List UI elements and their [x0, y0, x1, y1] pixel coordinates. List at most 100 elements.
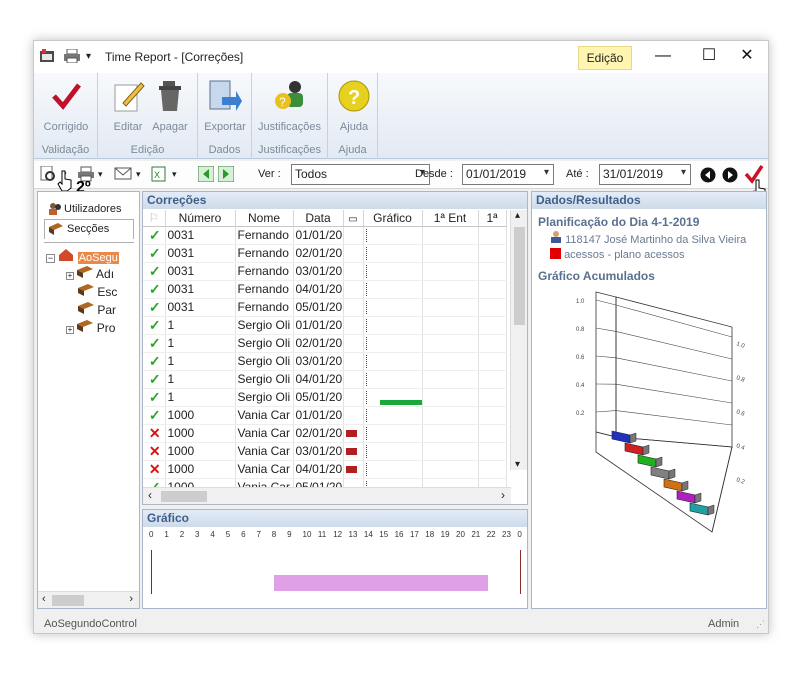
table-row[interactable]: ✓ 1000 Vania Car 01/01/20: [143, 406, 507, 425]
ribbon: Corrigido Validação Editar Apagar Edição: [34, 73, 768, 159]
cell-1: [478, 262, 507, 281]
cell-nome: Vania Car: [235, 424, 294, 443]
table-row[interactable]: ✓ 1 Sergio Oli 01/01/20: [143, 316, 507, 335]
cell-data: 02/01/20: [293, 334, 344, 353]
next-period-icon[interactable]: [722, 167, 738, 185]
folder-arrow-icon: [49, 223, 63, 238]
hour-tick-label: 8: [271, 530, 277, 539]
quick-access-dropdown-icon[interactable]: ▾: [86, 51, 91, 62]
desde-date-field[interactable]: 01/01/2019 ▾: [462, 164, 554, 185]
table-row[interactable]: ✓ 0031 Fernando 01/01/20: [143, 226, 507, 245]
status-bar: AoSegundoControl Admin ⋰: [34, 613, 768, 633]
scroll-up-icon[interactable]: ▴: [515, 210, 520, 221]
y-tick-label-right: 1.0: [735, 341, 746, 350]
mail-dropdown-icon[interactable]: ▾: [136, 169, 141, 187]
table-row[interactable]: ✕ 1000 Vania Car 03/01/20: [143, 442, 507, 461]
checkmark-icon: [49, 79, 83, 113]
table-row[interactable]: ✓ 0031 Fernando 02/01/20: [143, 244, 507, 263]
justificacoes-button[interactable]: ? Justificações: [258, 77, 321, 137]
exportar-button[interactable]: Exportar: [199, 77, 251, 137]
hour-tick-label: 1: [164, 530, 169, 539]
table-row[interactable]: ✓ 1 Sergio Oli 02/01/20: [143, 334, 507, 353]
table-row[interactable]: ✓ 0031 Fernando 04/01/20: [143, 280, 507, 299]
print-icon[interactable]: [64, 48, 80, 66]
tree-node[interactable]: + Adı: [66, 266, 114, 281]
note-column-icon[interactable]: ▭: [343, 210, 364, 227]
apagar-button[interactable]: Apagar: [144, 77, 196, 137]
cell-data: 02/01/20: [293, 424, 344, 443]
table-row[interactable]: ✓ 0031 Fernando 05/01/20: [143, 298, 507, 317]
cell-numero: 1: [165, 352, 236, 371]
grafico-header: Gráfico: [143, 510, 527, 527]
scroll-left-icon[interactable]: ‹: [42, 593, 46, 605]
previous-period-icon[interactable]: [700, 167, 716, 185]
corrigido-button[interactable]: Corrigido: [40, 77, 92, 137]
note-icon: [343, 460, 364, 479]
table-row[interactable]: ✕ 1000 Vania Car 02/01/20: [143, 424, 507, 443]
tab-seccoes[interactable]: Secções: [44, 219, 134, 239]
scroll-right-icon[interactable]: ›: [501, 488, 505, 502]
cell-note: [343, 334, 364, 353]
scroll-down-icon[interactable]: ▾: [515, 459, 520, 470]
tree-node[interactable]: + Pro: [66, 320, 115, 335]
table-row[interactable]: ✓ 0031 Fernando 03/01/20: [143, 262, 507, 281]
cell-1: [478, 298, 507, 317]
print-dropdown-icon[interactable]: ▾: [98, 169, 103, 187]
cell-note: [343, 316, 364, 335]
flag-column-icon[interactable]: ⚐: [143, 210, 166, 227]
chart-bar-side: [629, 432, 637, 444]
tree-node[interactable]: Par: [78, 302, 116, 317]
close-button[interactable]: ✕: [724, 41, 768, 73]
filter-toolbar: ▾ ▾ ▾ X ▾ Ver : Todos▾ Desde : 01/01/201…: [34, 161, 768, 189]
cell-numero: 1000: [165, 442, 236, 461]
scroll-thumb[interactable]: [514, 227, 525, 325]
cell-grafico: [363, 370, 423, 389]
nav-forward-green-icon[interactable]: [217, 165, 235, 184]
hour-tick-label: 17: [409, 530, 419, 539]
ver-select[interactable]: Todos ▾: [291, 164, 430, 185]
nav-back-green-icon[interactable]: [197, 165, 215, 184]
chart-bar-side: [694, 492, 702, 504]
excel-dropdown-icon[interactable]: ▾: [172, 169, 177, 187]
expand-icon[interactable]: +: [66, 272, 74, 280]
check-icon: ✓: [143, 226, 166, 245]
scroll-thumb[interactable]: [161, 491, 207, 502]
cell-note: [343, 226, 364, 245]
expand-icon[interactable]: +: [66, 326, 74, 334]
left-hscroll[interactable]: ‹ ›: [38, 591, 139, 608]
tree-node-root[interactable]: − AoSegu: [46, 249, 119, 264]
collapse-icon[interactable]: −: [46, 254, 55, 263]
cell-nome: Fernando: [235, 280, 294, 299]
resize-grip-icon[interactable]: ⋰: [756, 619, 765, 630]
table-row[interactable]: ✓ 1 Sergio Oli 04/01/20: [143, 370, 507, 389]
grid-vscroll[interactable]: ▴ ▾: [510, 210, 527, 470]
table-row[interactable]: ✓ 1 Sergio Oli 03/01/20: [143, 352, 507, 371]
ate-date-field[interactable]: 31/01/2019 ▾: [599, 164, 691, 185]
cell-1-ent: [422, 388, 479, 407]
cell-nome: Sergio Oli: [235, 370, 294, 389]
scroll-thumb[interactable]: [52, 595, 84, 606]
preview-icon[interactable]: [40, 165, 56, 184]
scroll-right-icon[interactable]: ›: [129, 593, 133, 605]
cell-nome: Fernando: [235, 244, 294, 263]
minimize-button[interactable]: —: [640, 41, 686, 73]
grid-hscroll[interactable]: ‹ ›: [143, 487, 511, 504]
table-row[interactable]: ✕ 1000 Vania Car 04/01/20: [143, 460, 507, 479]
title-bar: ▾ Time Report - [Correções] Edição — ☐ ✕: [34, 41, 768, 73]
svg-text:?: ?: [279, 95, 286, 109]
mail-icon[interactable]: [114, 166, 132, 184]
excel-icon[interactable]: X: [150, 166, 166, 184]
context-tab-edicao[interactable]: Edição: [578, 46, 632, 70]
cell-1: [478, 406, 507, 425]
cell-data: 01/01/20: [293, 226, 344, 245]
tree-node[interactable]: Esc: [78, 284, 117, 299]
cell-data: 03/01/20: [293, 442, 344, 461]
hour-tick-label: 12: [333, 530, 343, 539]
ajuda-button[interactable]: ? Ajuda: [328, 77, 380, 137]
chart-bar-side: [655, 456, 663, 468]
scroll-left-icon[interactable]: ‹: [148, 488, 152, 502]
cell-note: [343, 406, 364, 425]
cell-1-ent: [422, 460, 479, 479]
tab-utilizadores[interactable]: Utilizadores: [48, 202, 131, 218]
table-row[interactable]: ✓ 1 Sergio Oli 05/01/20: [143, 388, 507, 407]
